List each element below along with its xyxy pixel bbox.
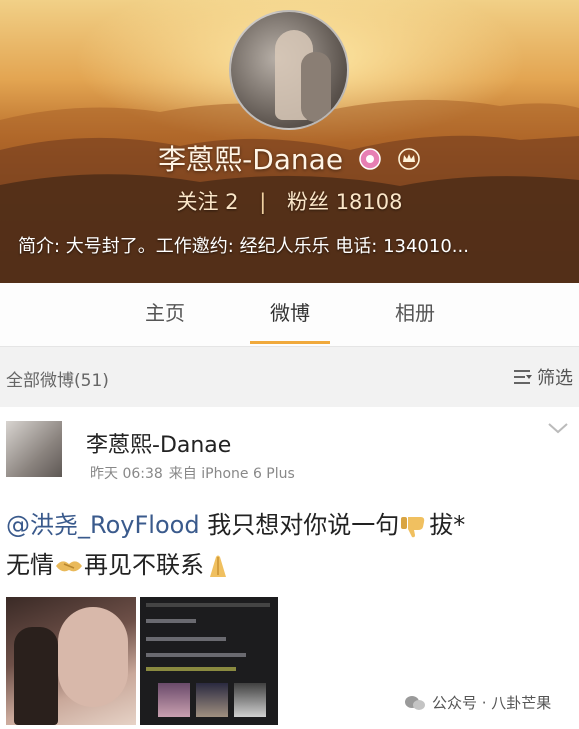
post-image-2[interactable] xyxy=(140,597,278,725)
crown-icon[interactable] xyxy=(397,145,421,178)
thumbs-down-emoji xyxy=(401,517,425,538)
pray-emoji xyxy=(210,555,226,577)
profile-bio: 简介: 大号封了。工作邀约: 经纪人乐乐 电话: 134010... xyxy=(18,236,469,257)
profile-stats: 关注 2 | 粉丝 18108 xyxy=(0,186,579,216)
following-stat[interactable]: 关注 2 xyxy=(176,190,238,214)
filter-bar: 全部微博(51) 筛选 xyxy=(0,347,579,407)
stats-separator: | xyxy=(259,190,267,214)
watermark: 公众号 · 八卦芒果 xyxy=(404,692,551,713)
profile-avatar[interactable] xyxy=(229,10,349,130)
tab-home[interactable]: 主页 xyxy=(125,297,205,326)
post-text-part-1: 我只想对你说一句 xyxy=(199,511,400,539)
post-text-part-4: 再见不联系 xyxy=(84,551,204,579)
filter-icon xyxy=(514,370,532,384)
post-card: 李蒽熙-Danae 昨天 06:38 来自 iPhone 6 Plus @洪尧_R… xyxy=(0,407,579,729)
vip-badge-icon[interactable] xyxy=(358,145,382,178)
post-meta: 昨天 06:38 来自 iPhone 6 Plus xyxy=(90,463,295,483)
post-time: 昨天 06:38 xyxy=(90,466,163,482)
profile-header: 李蒽熙-Danae 关注 2 | 粉丝 18108 简介: 大号封了。工作邀约:… xyxy=(0,0,579,283)
post-author-avatar[interactable] xyxy=(6,421,62,477)
chevron-down-icon[interactable] xyxy=(547,421,569,435)
followers-stat[interactable]: 粉丝 18108 xyxy=(287,190,403,214)
post-image-1[interactable] xyxy=(6,597,136,725)
profile-name: 李蒽熙-Danae xyxy=(158,143,344,176)
post-mention-link[interactable]: @洪尧_RoyFlood xyxy=(6,511,200,539)
post-source: 来自 iPhone 6 Plus xyxy=(168,466,295,482)
active-tab-indicator xyxy=(250,341,330,344)
profile-tabs: 主页 微博 相册 xyxy=(0,283,579,347)
post-text-part-2: 拔* xyxy=(429,511,466,539)
handshake-emoji xyxy=(56,561,82,572)
all-posts-count[interactable]: 全部微博(51) xyxy=(6,366,109,391)
filter-label: 筛选 xyxy=(537,368,573,389)
post-author-name[interactable]: 李蒽熙-Danae xyxy=(86,427,231,459)
tab-album[interactable]: 相册 xyxy=(375,297,455,326)
post-text-part-3: 无情 xyxy=(6,551,54,579)
tab-weibo[interactable]: 微博 xyxy=(250,297,330,326)
profile-name-row: 李蒽熙-Danae xyxy=(0,138,579,178)
watermark-text: 公众号 · 八卦芒果 xyxy=(432,694,552,712)
filter-button[interactable]: 筛选 xyxy=(513,364,573,390)
wechat-icon xyxy=(405,695,425,710)
post-text: @洪尧_RoyFlood 我只想对你说一句 拔* 无情 再见不联系 xyxy=(6,505,566,585)
